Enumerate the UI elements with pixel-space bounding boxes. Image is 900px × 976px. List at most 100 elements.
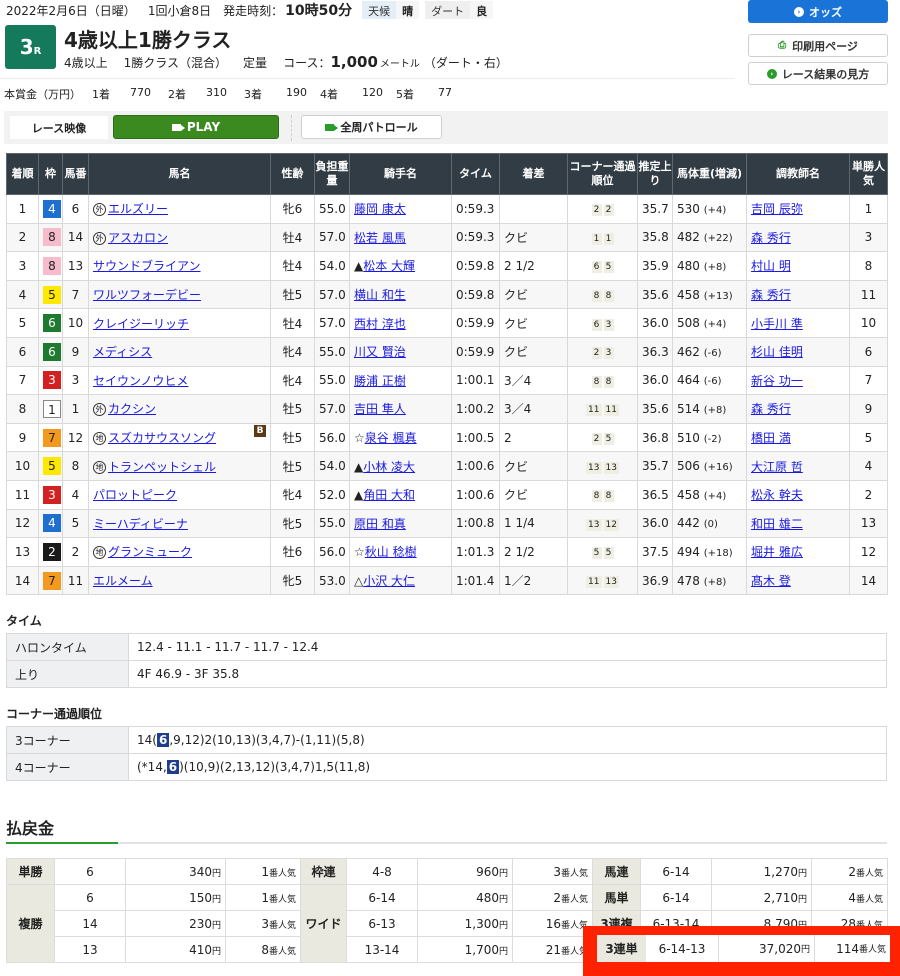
corner-4: 1 xyxy=(603,232,614,245)
race-conditions: 4歳以上 1勝クラス（混合） 定量 コース： 1,000 メートル （ダート・右… xyxy=(64,53,524,71)
corner-3: 2 xyxy=(591,347,602,360)
prize-amount: 310 xyxy=(206,86,227,99)
trainer-link[interactable]: 松永 幹夫 xyxy=(751,488,803,502)
corner-label: 4コーナー xyxy=(6,753,129,781)
jockey-link[interactable]: 秋山 稔樹 xyxy=(365,545,417,559)
horse-number: 2 xyxy=(62,537,89,567)
corner-positions: 23 xyxy=(567,336,638,367)
corner-4: 2 xyxy=(603,204,614,217)
th-place: 着順 xyxy=(6,153,39,195)
finish-place: 8 xyxy=(6,394,39,424)
horse-name-link[interactable]: セイウンノウヒメ xyxy=(93,374,188,388)
payout-combo: 13 xyxy=(54,936,126,963)
finish-time: 0:59.8 xyxy=(451,251,500,281)
jockey-link[interactable]: 西村 淳也 xyxy=(354,317,406,331)
trainer-link[interactable]: 吉岡 辰弥 xyxy=(751,202,803,216)
th-time: タイム xyxy=(451,153,500,195)
corner-positions: 13 12 xyxy=(567,508,638,539)
payout-amount: 480円 xyxy=(417,884,513,911)
payout-amount: 1,270円 xyxy=(711,858,812,885)
jockey-link[interactable]: 松若 風馬 xyxy=(354,231,406,245)
jockey-link[interactable]: 泉谷 楓真 xyxy=(365,431,417,445)
horse-name-link[interactable]: メディシス xyxy=(93,345,152,359)
jockey-link[interactable]: 松本 大輝 xyxy=(363,259,415,273)
video-camera-icon xyxy=(171,123,185,131)
trainer-link[interactable]: 和田 雄二 xyxy=(751,517,803,531)
trainer-link[interactable]: 髙木 登 xyxy=(751,574,791,588)
horse-name-link[interactable]: カクシン xyxy=(108,402,156,416)
horse-name-link[interactable]: パロットピーク xyxy=(93,488,177,502)
corner-4: 3 xyxy=(603,347,614,360)
popularity: 2 xyxy=(849,479,888,510)
trainer-link[interactable]: 森 秀行 xyxy=(751,288,791,302)
horse-name-link[interactable]: サウンドブライアン xyxy=(93,259,201,273)
horse-name-link[interactable]: ワルツフォーデビー xyxy=(93,288,201,302)
jockey-link[interactable]: 小林 凌大 xyxy=(363,460,415,474)
th-trainer: 調教師名 xyxy=(746,153,850,195)
jockey-link[interactable]: 川又 賢治 xyxy=(354,345,406,359)
jockey-link[interactable]: 横山 和生 xyxy=(354,288,406,302)
jockey-link[interactable]: 吉田 隼人 xyxy=(354,402,406,416)
odds-button[interactable]: › オッズ xyxy=(748,0,888,23)
corner-positions: 63 xyxy=(567,308,638,338)
patrol-video-button[interactable]: 全周パトロール xyxy=(301,115,442,139)
horse-name-link[interactable]: グランミューク xyxy=(108,545,192,559)
play-video-button[interactable]: PLAY xyxy=(113,115,279,139)
frame-number: 4 xyxy=(43,199,61,218)
table-row: 13 2 2 地グランミューク 牡6 56.0 ☆秋山 稔樹 1:01.3 2 1/2 5 5 37.… xyxy=(6,537,888,567)
trainer-link[interactable]: 杉山 佳明 xyxy=(751,345,803,359)
table-row: 5 6 10 クレイジーリッチ 牡4 57.0 西村 淳也 0:59.9 クビ 6 3 36.0 508… xyxy=(6,308,888,338)
margin: クビ xyxy=(499,479,568,510)
apprentice-mark: △ xyxy=(354,574,364,589)
horse-name-link[interactable]: ミーハディビーナ xyxy=(93,517,188,531)
trainer-link[interactable]: 小手川 準 xyxy=(751,317,803,331)
trainer-link[interactable]: 橋田 満 xyxy=(751,431,791,445)
body-weight: 482 (+22) xyxy=(672,222,747,253)
jockey-link[interactable]: 原田 和真 xyxy=(354,517,406,531)
horse-name-link[interactable]: アスカロン xyxy=(108,231,168,245)
trainer-link[interactable]: 大江原 哲 xyxy=(751,460,803,474)
horse-name-link[interactable]: トランペットシェル xyxy=(108,460,216,474)
finish-place: 6 xyxy=(6,336,39,367)
trainer-link[interactable]: 森 秀行 xyxy=(751,402,791,416)
jockey-link[interactable]: 角田 大和 xyxy=(363,488,415,502)
last-3f: 36.0 xyxy=(637,365,673,396)
track-condition: 良 xyxy=(470,1,494,19)
trainer-cell: 吉岡 辰弥 xyxy=(746,194,850,224)
body-weight: 506 (+16) xyxy=(672,451,747,481)
finish-place: 7 xyxy=(6,365,39,396)
payout-row: 複勝 6 150円 1番人気 ワイド 6-14 480円 2番人気 馬単 6-1… xyxy=(6,884,888,963)
weather-label: 天候 xyxy=(362,1,397,19)
horse-number: 6 xyxy=(62,194,89,224)
horse-name-link[interactable]: エルズリー xyxy=(108,202,168,216)
finish-place: 11 xyxy=(6,479,39,510)
payout-popularity: 1番人気 xyxy=(225,884,301,911)
corner-3: 8 xyxy=(591,490,602,503)
trainer-link[interactable]: 森 秀行 xyxy=(751,231,791,245)
distance-unit: メートル xyxy=(379,59,420,70)
corner-table: 3コーナー 14(6,9,12)2(10,13)(3,4,7)-(1,11)(5… xyxy=(6,726,887,781)
horse-name-link[interactable]: スズカサウスソング xyxy=(108,431,216,445)
result-guide-button[interactable]: › レース結果の見方 xyxy=(748,62,888,85)
payout-underline xyxy=(6,842,887,844)
jockey-link[interactable]: 勝浦 正樹 xyxy=(354,374,406,388)
trainer-link[interactable]: 村山 明 xyxy=(751,259,791,273)
race-number: 3 xyxy=(19,35,34,59)
payout-amount: 410円 xyxy=(125,936,226,963)
horse-number: 9 xyxy=(62,336,89,367)
horse-name-link[interactable]: エルメーム xyxy=(93,574,153,588)
table-row: 3 8 13 サウンドブライアン 牡4 54.0 ▲松本 大輝 0:59.8 2 1/2 6 5 35… xyxy=(6,251,888,281)
horse-name-link[interactable]: クレイジーリッチ xyxy=(93,317,189,331)
jockey-cell: △小沢 大仁 xyxy=(349,565,452,596)
popularity: 14 xyxy=(849,565,888,596)
carried-weight: 55.0 xyxy=(314,508,350,539)
bet-type-umatan: 馬単 xyxy=(592,884,641,911)
th-weight: 負担重量 xyxy=(314,153,350,195)
carried-weight: 52.0 xyxy=(314,479,350,510)
print-page-button[interactable]: ⎙ 印刷用ページ xyxy=(748,34,888,57)
jockey-link[interactable]: 藤岡 康太 xyxy=(354,202,406,216)
trainer-link[interactable]: 堀井 雅広 xyxy=(751,545,803,559)
jockey-link[interactable]: 小沢 大仁 xyxy=(363,574,415,588)
trainer-link[interactable]: 新谷 功一 xyxy=(751,374,803,388)
finish-place: 9 xyxy=(6,422,39,453)
